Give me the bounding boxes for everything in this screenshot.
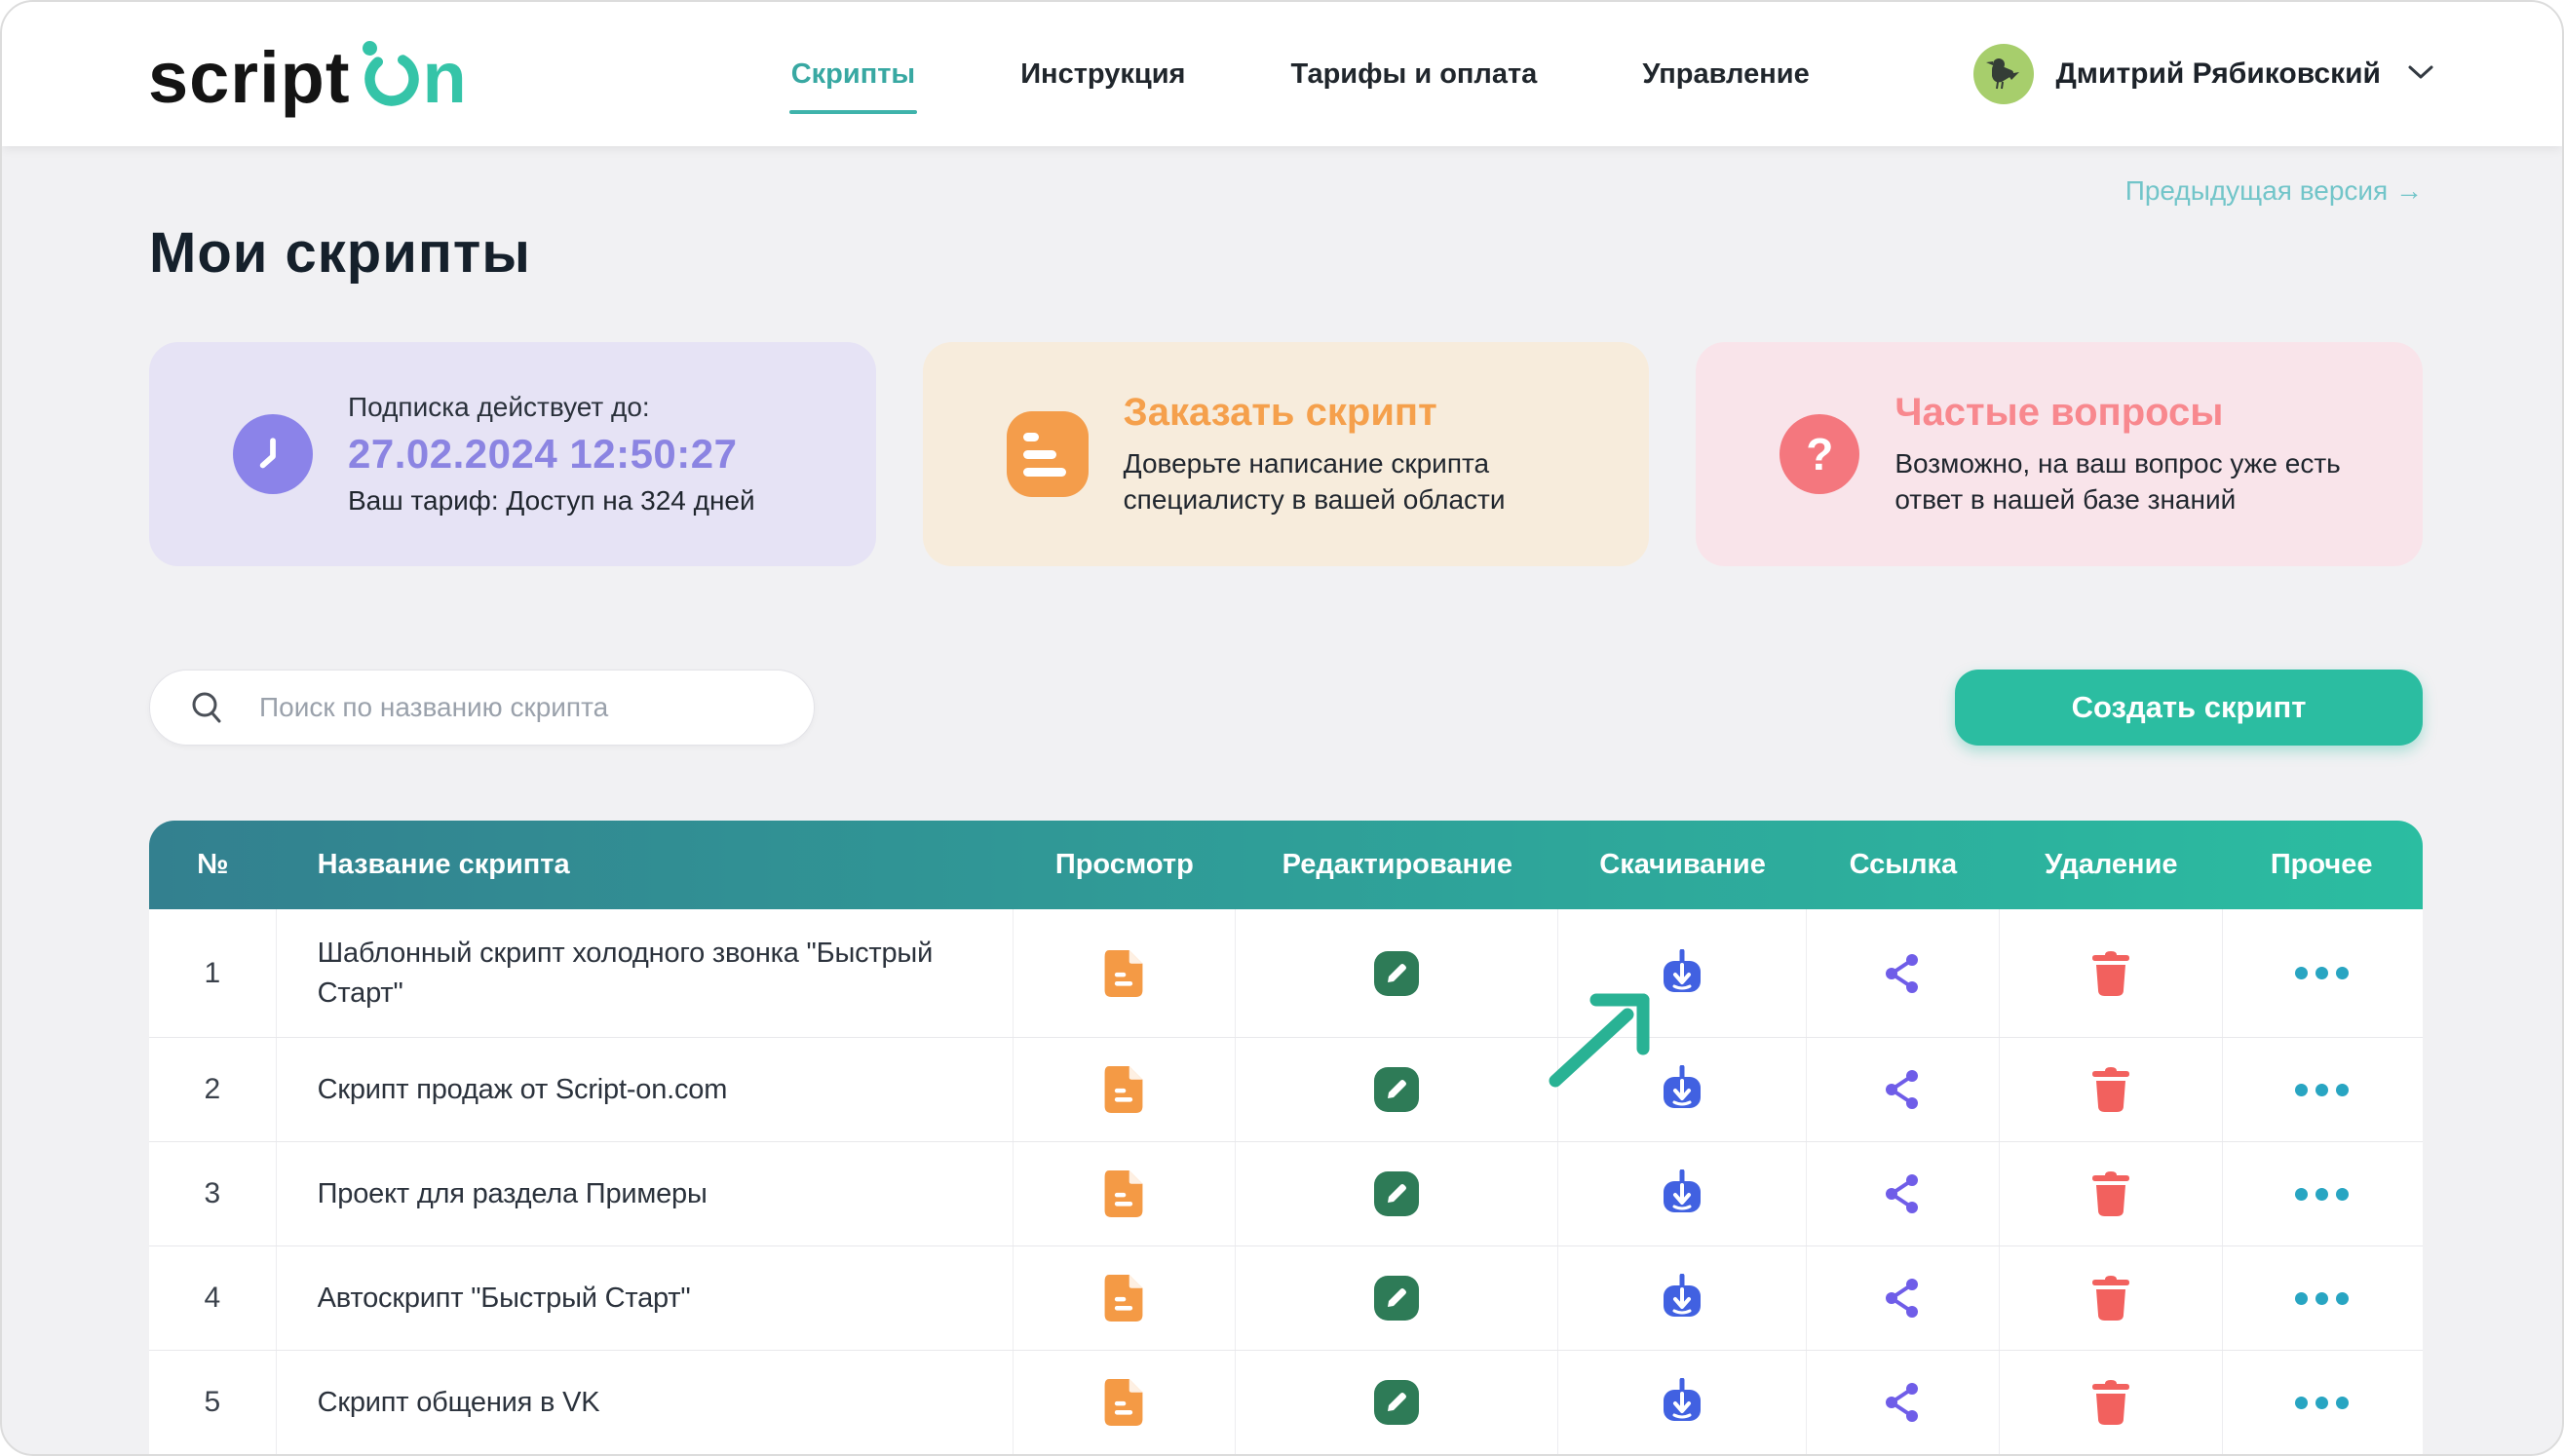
view-document-icon[interactable] bbox=[1014, 1246, 1237, 1350]
table-row: 2 Скрипт продаж от Script-on.com bbox=[149, 1038, 2423, 1142]
top-bar: script n Скрипты Инструкция Тарифы и опл… bbox=[2, 2, 2562, 146]
user-name: Дмитрий Рябиковский bbox=[2055, 57, 2381, 91]
question-mark-icon: ? bbox=[1779, 414, 1859, 494]
view-document-icon[interactable] bbox=[1014, 1142, 1237, 1245]
row-number: 2 bbox=[149, 1038, 277, 1141]
view-document-icon[interactable] bbox=[1014, 1351, 1237, 1454]
download-icon[interactable] bbox=[1558, 1038, 1806, 1141]
search-input[interactable] bbox=[149, 670, 815, 746]
table-row: 1 Шаблонный скрипт холодного звонка "Быс… bbox=[149, 909, 2423, 1038]
clock-icon bbox=[233, 414, 313, 494]
download-icon[interactable] bbox=[1558, 1246, 1806, 1350]
edit-pencil-icon[interactable] bbox=[1236, 1246, 1558, 1350]
arrow-right-icon: → bbox=[2395, 175, 2423, 206]
share-icon[interactable] bbox=[1807, 1351, 2000, 1454]
subscription-tariff: Ваш тариф: Доступ на 324 дней bbox=[348, 485, 755, 517]
column-other: Прочее bbox=[2223, 849, 2421, 881]
script-name: Скрипт общения в VK bbox=[277, 1351, 1014, 1454]
trash-icon[interactable] bbox=[2000, 1142, 2223, 1245]
order-card-description: Доверьте написание скрипта специалисту в… bbox=[1124, 446, 1611, 518]
page-title: Мои скрипты bbox=[149, 220, 2423, 286]
script-name: Проект для раздела Примеры bbox=[277, 1142, 1014, 1245]
scripts-table: № Название скрипта Просмотр Редактирован… bbox=[149, 821, 2423, 1455]
column-view: Просмотр bbox=[1014, 849, 1237, 881]
logo-text-dark: script bbox=[148, 42, 351, 114]
trash-icon[interactable] bbox=[2000, 1246, 2223, 1350]
faq-card-title: Частые вопросы bbox=[1894, 391, 2384, 435]
info-cards: Подписка действует до: 27.02.2024 12:50:… bbox=[149, 342, 2423, 566]
row-number: 1 bbox=[149, 909, 277, 1037]
chevron-down-icon bbox=[2406, 62, 2435, 87]
row-number: 3 bbox=[149, 1142, 277, 1245]
user-menu[interactable]: Дмитрий Рябиковский bbox=[1973, 44, 2435, 104]
download-icon[interactable] bbox=[1558, 909, 1806, 1037]
create-script-button[interactable]: Создать скрипт bbox=[1955, 670, 2423, 746]
edit-pencil-icon[interactable] bbox=[1236, 1142, 1558, 1245]
trash-icon[interactable] bbox=[2000, 1038, 2223, 1141]
script-name: Автоскрипт "Быстрый Старт" bbox=[277, 1246, 1014, 1350]
bird-icon bbox=[1984, 53, 2023, 96]
table-row: 4 Автоскрипт "Быстрый Старт" bbox=[149, 1246, 2423, 1351]
table-header: № Название скрипта Просмотр Редактирован… bbox=[149, 821, 2423, 909]
download-icon[interactable] bbox=[1558, 1142, 1806, 1245]
trash-icon[interactable] bbox=[2000, 1351, 2223, 1454]
more-dots-icon[interactable] bbox=[2223, 909, 2421, 1037]
column-name: Название скрипта bbox=[277, 849, 1014, 881]
more-dots-icon[interactable] bbox=[2223, 1351, 2421, 1454]
column-edit: Редактирование bbox=[1236, 849, 1558, 881]
column-number: № bbox=[149, 849, 277, 881]
question-glyph: ? bbox=[1806, 428, 1833, 480]
previous-version-label: Предыдущая версия bbox=[2125, 175, 2389, 206]
nav-item-management[interactable]: Управление bbox=[1640, 41, 1811, 108]
table-row: 5 Скрипт общения в VK bbox=[149, 1351, 2423, 1455]
document-lines-icon bbox=[1007, 411, 1089, 497]
edit-pencil-icon[interactable] bbox=[1236, 1351, 1558, 1454]
faq-card[interactable]: ? Частые вопросы Возможно, на ваш вопрос… bbox=[1696, 342, 2423, 566]
table-row: 3 Проект для раздела Примеры bbox=[149, 1142, 2423, 1246]
content-area: Предыдущая версия → Мои скрипты Подписка… bbox=[2, 175, 2562, 1455]
subscription-label: Подписка действует до: bbox=[348, 392, 755, 423]
share-icon[interactable] bbox=[1807, 1246, 2000, 1350]
view-document-icon[interactable] bbox=[1014, 1038, 1237, 1141]
more-dots-icon[interactable] bbox=[2223, 1038, 2421, 1141]
view-document-icon[interactable] bbox=[1014, 909, 1237, 1037]
edit-pencil-icon[interactable] bbox=[1236, 909, 1558, 1037]
main-nav: Скрипты Инструкция Тарифы и оплата Управ… bbox=[789, 41, 1812, 108]
edit-pencil-icon[interactable] bbox=[1236, 1038, 1558, 1141]
previous-version-link[interactable]: Предыдущая версия → bbox=[149, 175, 2423, 207]
column-delete: Удаление bbox=[2000, 849, 2223, 881]
app-window: script n Скрипты Инструкция Тарифы и опл… bbox=[0, 0, 2564, 1456]
nav-item-tariffs[interactable]: Тарифы и оплата bbox=[1288, 41, 1539, 108]
more-dots-icon[interactable] bbox=[2223, 1142, 2421, 1245]
column-link: Ссылка bbox=[1807, 849, 2000, 881]
row-number: 5 bbox=[149, 1351, 277, 1454]
share-icon[interactable] bbox=[1807, 1142, 2000, 1245]
avatar bbox=[1973, 44, 2034, 104]
order-script-card[interactable]: Заказать скрипт Доверьте написание скрип… bbox=[923, 342, 1650, 566]
more-dots-icon[interactable] bbox=[2223, 1246, 2421, 1350]
logo-ring-icon bbox=[357, 35, 421, 116]
script-name: Скрипт продаж от Script-on.com bbox=[277, 1038, 1014, 1141]
subscription-card: Подписка действует до: 27.02.2024 12:50:… bbox=[149, 342, 876, 566]
script-name: Шаблонный скрипт холодного звонка "Быстр… bbox=[277, 909, 1014, 1037]
subscription-date: 27.02.2024 12:50:27 bbox=[348, 431, 755, 478]
logo[interactable]: script n bbox=[148, 35, 468, 114]
search-row: Создать скрипт bbox=[149, 670, 2423, 746]
order-card-title: Заказать скрипт bbox=[1124, 391, 1611, 435]
nav-item-scripts[interactable]: Скрипты bbox=[789, 41, 917, 108]
share-icon[interactable] bbox=[1807, 1038, 2000, 1141]
nav-item-instruction[interactable]: Инструкция bbox=[1018, 41, 1187, 108]
faq-card-description: Возможно, на ваш вопрос уже есть ответ в… bbox=[1894, 446, 2384, 518]
column-download: Скачивание bbox=[1558, 849, 1806, 881]
download-icon[interactable] bbox=[1558, 1351, 1806, 1454]
logo-text-teal: n bbox=[423, 42, 468, 114]
row-number: 4 bbox=[149, 1246, 277, 1350]
share-icon[interactable] bbox=[1807, 909, 2000, 1037]
trash-icon[interactable] bbox=[2000, 909, 2223, 1037]
search-icon bbox=[188, 689, 227, 733]
